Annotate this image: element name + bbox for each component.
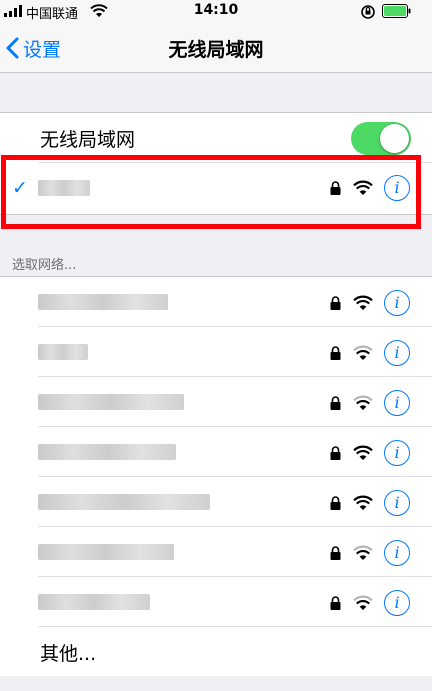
network-row[interactable]: i xyxy=(0,377,432,427)
network-list: i i i i i i i 其他... xyxy=(0,276,432,677)
redacted-network-name xyxy=(38,394,184,410)
lock-icon xyxy=(330,296,341,310)
redacted-network-name xyxy=(38,444,176,460)
info-button[interactable]: i xyxy=(384,590,410,616)
toggle-knob xyxy=(380,124,409,153)
wifi-icon xyxy=(353,595,373,610)
battery-icon xyxy=(382,4,411,18)
page-title: 无线局域网 xyxy=(168,39,264,61)
lock-icon xyxy=(330,446,341,460)
section-header: 选取网络... xyxy=(12,258,77,273)
redacted-network-name xyxy=(38,494,210,510)
lock-icon xyxy=(330,546,341,560)
rotation-lock-icon xyxy=(361,5,375,19)
wifi-toggle-label: 无线局域网 xyxy=(40,129,136,151)
lock-icon xyxy=(330,181,341,195)
wifi-icon xyxy=(353,545,373,560)
info-button[interactable]: i xyxy=(384,440,410,466)
network-row[interactable]: i xyxy=(0,427,432,477)
info-button[interactable]: i xyxy=(384,340,410,366)
wifi-toggle-switch[interactable] xyxy=(351,122,411,155)
wifi-group: 无线局域网 ✓ i xyxy=(0,112,432,215)
bottom-background xyxy=(0,676,432,691)
lock-icon xyxy=(330,496,341,510)
navigation-bar: 设置 无线局域网 xyxy=(0,24,432,73)
network-row[interactable]: i xyxy=(0,327,432,377)
network-row[interactable]: i xyxy=(0,477,432,527)
redacted-network-name xyxy=(38,180,90,196)
wifi-icon xyxy=(353,395,373,410)
redacted-network-name xyxy=(38,594,150,610)
network-row[interactable]: i xyxy=(0,577,432,627)
other-network-label: 其他... xyxy=(40,643,97,665)
wifi-icon xyxy=(353,495,373,510)
wifi-icon xyxy=(353,295,373,310)
status-bar: 中国联通 14:10 xyxy=(0,0,432,24)
redacted-network-name xyxy=(38,344,88,360)
lock-icon xyxy=(330,396,341,410)
wifi-icon xyxy=(353,180,373,195)
connected-network-row[interactable]: ✓ i xyxy=(0,163,432,213)
info-button[interactable]: i xyxy=(384,540,410,566)
info-button[interactable]: i xyxy=(384,175,410,201)
checkmark-icon: ✓ xyxy=(12,177,28,199)
network-row[interactable]: i xyxy=(0,527,432,577)
other-network-row[interactable]: 其他... xyxy=(0,627,432,677)
network-row[interactable]: i xyxy=(0,277,432,327)
info-button[interactable]: i xyxy=(384,390,410,416)
info-button[interactable]: i xyxy=(384,290,410,316)
wifi-icon xyxy=(353,445,373,460)
wifi-toggle-row: 无线局域网 xyxy=(0,113,432,163)
redacted-network-name xyxy=(38,294,168,310)
wifi-icon xyxy=(353,345,373,360)
info-button[interactable]: i xyxy=(384,490,410,516)
lock-icon xyxy=(330,346,341,360)
redacted-network-name xyxy=(38,544,174,560)
lock-icon xyxy=(330,596,341,610)
